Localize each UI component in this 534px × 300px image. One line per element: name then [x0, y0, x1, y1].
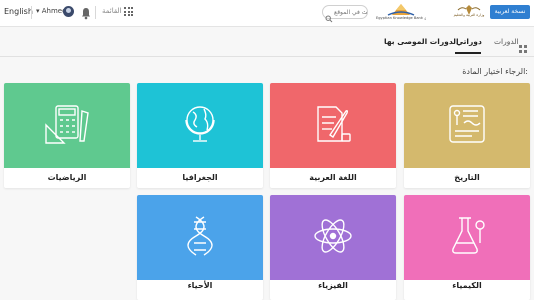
avatar[interactable] — [63, 6, 74, 17]
flask-icon — [444, 213, 490, 263]
course-tabs: الدورات دوراتي الدورات الموصى بها — [0, 27, 534, 57]
header-divider — [31, 6, 32, 19]
arabic-version-button[interactable]: نسخة لعربية — [490, 5, 530, 19]
quill-ink-icon — [310, 101, 356, 151]
tab-courses[interactable]: الدورات — [494, 37, 519, 46]
tab-my-courses[interactable]: دوراتي — [456, 37, 482, 46]
subject-card-biology[interactable]: الأحياء — [137, 195, 263, 300]
tab-recommended-courses[interactable]: الدورات الموصى بها — [384, 37, 459, 46]
ministry-logo-text: وزارة التربية والتعليم — [453, 13, 485, 17]
globe-icon — [177, 101, 223, 151]
subject-card-art — [270, 83, 396, 168]
calculator-ruler-icon — [42, 101, 92, 151]
subject-card-math[interactable]: الرياضيات — [4, 83, 130, 188]
subject-card-art — [137, 83, 263, 168]
history-tablet-icon — [444, 101, 490, 151]
courses-grid-icon[interactable] — [519, 38, 527, 57]
search-box — [322, 5, 368, 23]
subject-card-art — [137, 195, 263, 280]
knowledge-bank-logo-text: Egyptian Knowledge Bank بنك المعرفة المص… — [376, 16, 426, 20]
subject-card-art — [404, 83, 530, 168]
subject-prompt: الرجاء اختيار المادة: — [462, 67, 528, 76]
top-header: English ▾ Ahmed القائمة Egyptian Knowled… — [0, 0, 534, 27]
subject-name: الأحياء — [187, 281, 213, 290]
subject-card-art — [404, 195, 530, 280]
subject-card-history[interactable]: التاريخ — [404, 83, 530, 188]
subject-name: الكيمياء — [452, 281, 482, 290]
dna-icon — [177, 213, 223, 263]
bell-icon[interactable] — [81, 5, 91, 24]
subject-card-arabic[interactable]: اللغة العربية — [270, 83, 396, 188]
apps-grid-icon[interactable] — [124, 7, 133, 16]
subject-name: اللغة العربية — [309, 173, 357, 182]
subject-name: الفيزياء — [318, 281, 348, 290]
subject-card-geography[interactable]: الجغرافيا — [137, 83, 263, 188]
search-input[interactable] — [334, 7, 367, 17]
subject-name: الرياضيات — [47, 173, 87, 182]
knowledge-bank-logo[interactable]: Egyptian Knowledge Bank بنك المعرفة المص… — [376, 2, 426, 24]
menu-label[interactable]: القائمة — [102, 7, 122, 15]
header-divider — [95, 6, 96, 19]
subject-card-chemistry[interactable]: الكيمياء — [404, 195, 530, 300]
subject-card-art — [4, 83, 130, 168]
subject-card-art — [270, 195, 396, 280]
language-switch-link[interactable]: English — [4, 7, 33, 16]
subject-card-physics[interactable]: الفيزياء — [270, 195, 396, 300]
ministry-logo[interactable]: وزارة التربية والتعليم — [452, 1, 486, 25]
subject-name: التاريخ — [454, 173, 480, 182]
subject-name: الجغرافيا — [182, 173, 218, 182]
search-icon[interactable] — [325, 8, 333, 27]
active-tab-indicator — [455, 52, 481, 54]
user-menu[interactable]: ▾ Ahmed — [36, 7, 67, 15]
atom-icon — [310, 213, 356, 263]
